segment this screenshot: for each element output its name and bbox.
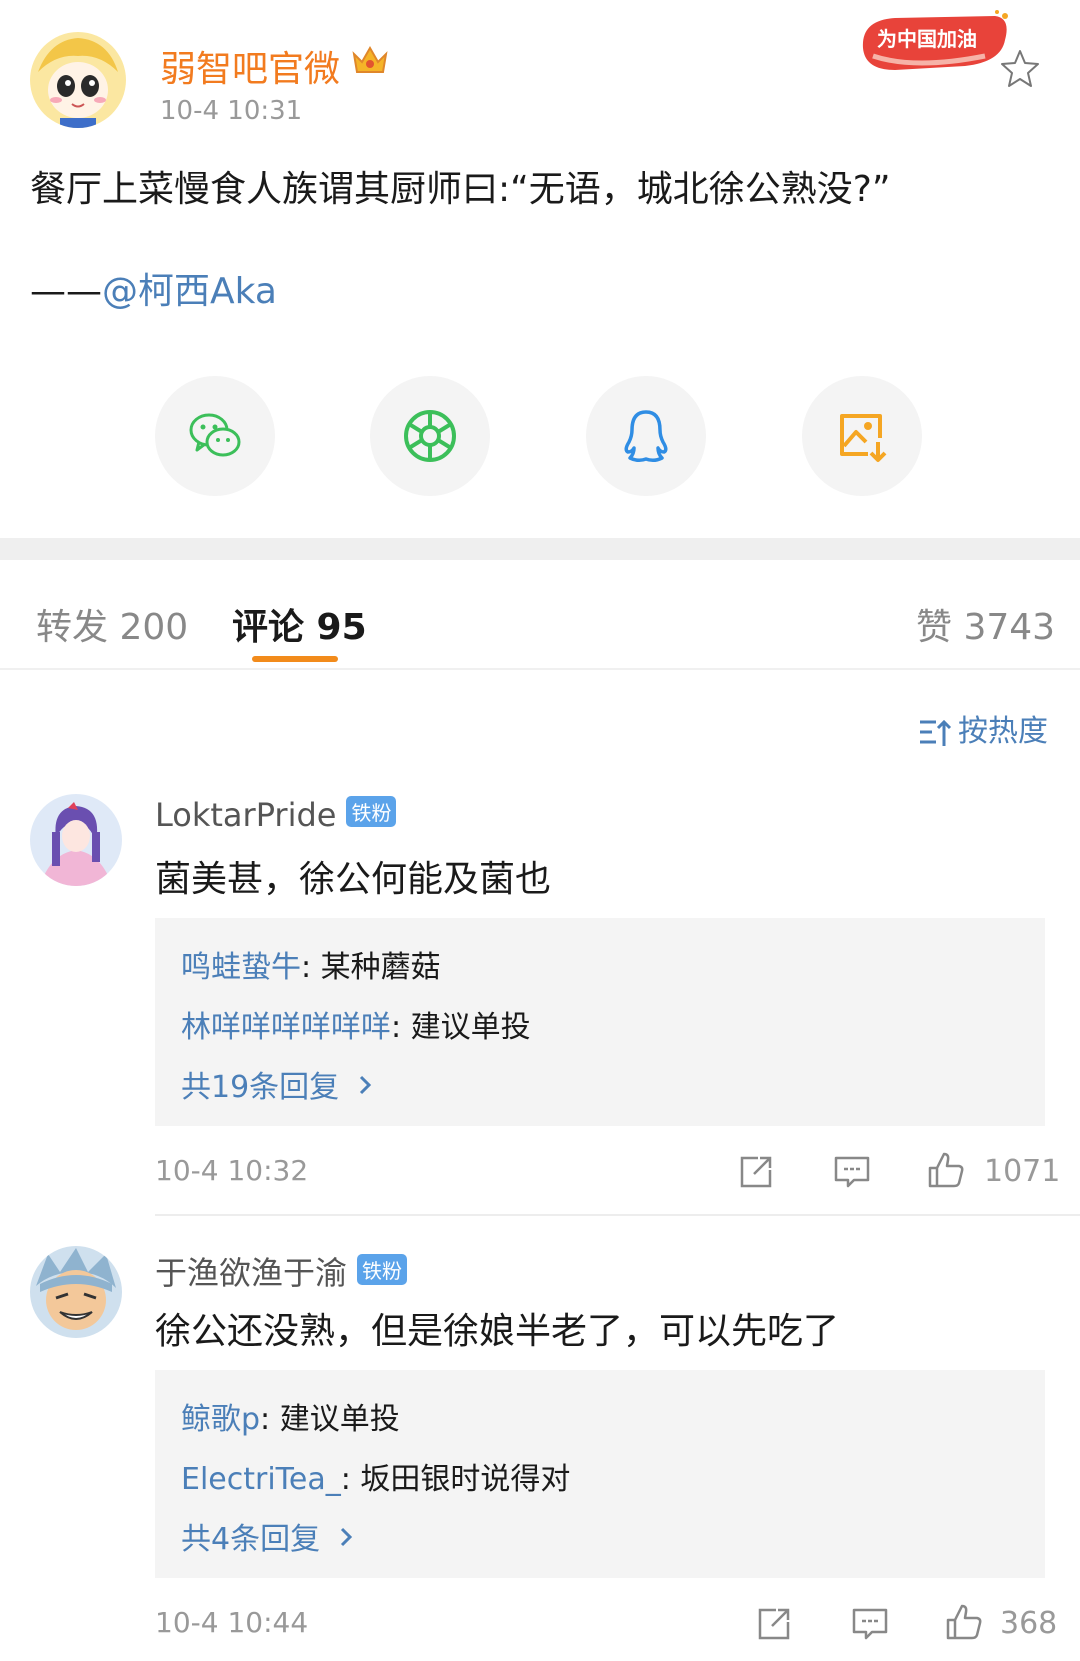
author-avatar[interactable]: [30, 32, 126, 128]
cheer-badge-text: 为中国加油: [877, 27, 977, 51]
share-qq-button[interactable]: [586, 376, 706, 496]
post-body: 餐厅上菜慢食人族谓其厨师曰:“无语，城北徐公熟没?”: [30, 169, 891, 210]
reply-comment-icon[interactable]: [832, 1152, 872, 1192]
comment-avatar[interactable]: [30, 1246, 122, 1338]
like-thumb-icon[interactable]: [926, 1150, 966, 1190]
share-wechat-button[interactable]: [155, 376, 275, 496]
chevron-right-icon: [359, 1075, 371, 1095]
reply-item: 鲸歌p: 建议单投: [181, 1394, 400, 1438]
reply-item: ElectriTea_: 坂田银时说得对: [181, 1454, 570, 1498]
sort-icon: [920, 719, 952, 746]
reply-username[interactable]: ElectriTea_: [181, 1462, 341, 1497]
moments-aperture-icon: [404, 410, 456, 462]
comment-user[interactable]: 于渔欲渔于渝 铁粉: [155, 1248, 408, 1294]
comment-separator: [155, 1214, 1080, 1216]
chevron-right-icon: [340, 1527, 352, 1547]
comment-avatar[interactable]: [30, 794, 122, 886]
active-tab-indicator: [252, 656, 338, 662]
repost-comment-icon[interactable]: [754, 1604, 794, 1644]
comment-user[interactable]: LoktarPride 铁粉: [155, 796, 397, 834]
post-credit: ——@柯西Aka: [30, 262, 277, 314]
tab-likes[interactable]: 赞 3743: [916, 598, 1055, 650]
reply-text: : 建议单投: [260, 1402, 400, 1437]
comment-text: 菌美甚，徐公何能及菌也: [155, 859, 552, 900]
like-thumb-icon[interactable]: [944, 1602, 984, 1642]
crown-icon: [350, 42, 390, 78]
view-all-replies-label: 共4条回复: [181, 1522, 321, 1557]
like-count: 1071: [984, 1154, 1061, 1189]
cheer-badge: 为中国加油: [855, 8, 1015, 78]
reply-username[interactable]: 鸣蛙蛰牛: [181, 950, 301, 985]
view-all-replies-link[interactable]: 共4条回复: [181, 1514, 360, 1558]
favorite-star-icon[interactable]: [1000, 48, 1040, 88]
reply-text: : 建议单投: [391, 1010, 531, 1045]
reply-username[interactable]: 林咩咩咩咩咩咩: [181, 1010, 391, 1045]
qq-penguin-icon: [624, 410, 668, 463]
save-image-icon: [840, 414, 887, 462]
view-all-replies-label: 共19条回复: [181, 1070, 340, 1105]
reply-text: : 某种蘑菇: [301, 950, 441, 985]
wechat-icon: [189, 413, 241, 457]
fan-badge: 铁粉: [346, 796, 397, 827]
fan-badge: 铁粉: [357, 1254, 408, 1285]
sort-by-hot-button[interactable]: 按热度: [918, 706, 1048, 750]
credit-prefix: ——: [30, 271, 102, 312]
tab-comments[interactable]: 评论 95: [232, 598, 367, 650]
reply-preview-box[interactable]: 鲸歌p: 建议单投 ElectriTea_: 坂田银时说得对 共4条回复: [155, 1370, 1045, 1578]
view-all-replies-link[interactable]: 共19条回复: [181, 1062, 379, 1106]
reply-item: 林咩咩咩咩咩咩: 建议单投: [181, 1002, 531, 1046]
comment-username[interactable]: 于渔欲渔于渝: [155, 1254, 347, 1292]
comment-time: 10-4 10:44: [155, 1606, 309, 1639]
save-image-button[interactable]: [802, 376, 922, 496]
reply-comment-icon[interactable]: [850, 1604, 890, 1644]
comment-text: 徐公还没熟，但是徐娘半老了，可以先吃了: [155, 1311, 840, 1352]
tabs-divider: [0, 668, 1080, 670]
comment-time: 10-4 10:32: [155, 1154, 309, 1187]
reply-item: 鸣蛙蛰牛: 某种蘑菇: [181, 942, 441, 986]
post-time: 10-4 10:31: [160, 96, 303, 126]
reply-text: : 坂田银时说得对: [340, 1462, 571, 1497]
share-moments-button[interactable]: [370, 376, 490, 496]
comment-username[interactable]: LoktarPride: [155, 796, 336, 834]
sort-label: 按热度: [958, 714, 1048, 749]
reply-username[interactable]: 鲸歌p: [181, 1402, 260, 1437]
like-count: 368: [1000, 1606, 1058, 1641]
repost-comment-icon[interactable]: [736, 1152, 776, 1192]
tab-reposts[interactable]: 转发 200: [36, 598, 188, 650]
reply-preview-box[interactable]: 鸣蛙蛰牛: 某种蘑菇 林咩咩咩咩咩咩: 建议单投 共19条回复: [155, 918, 1045, 1126]
author-name[interactable]: 弱智吧官微: [160, 40, 340, 92]
section-divider: [0, 538, 1080, 560]
credit-mention-link[interactable]: @柯西Aka: [102, 271, 277, 312]
